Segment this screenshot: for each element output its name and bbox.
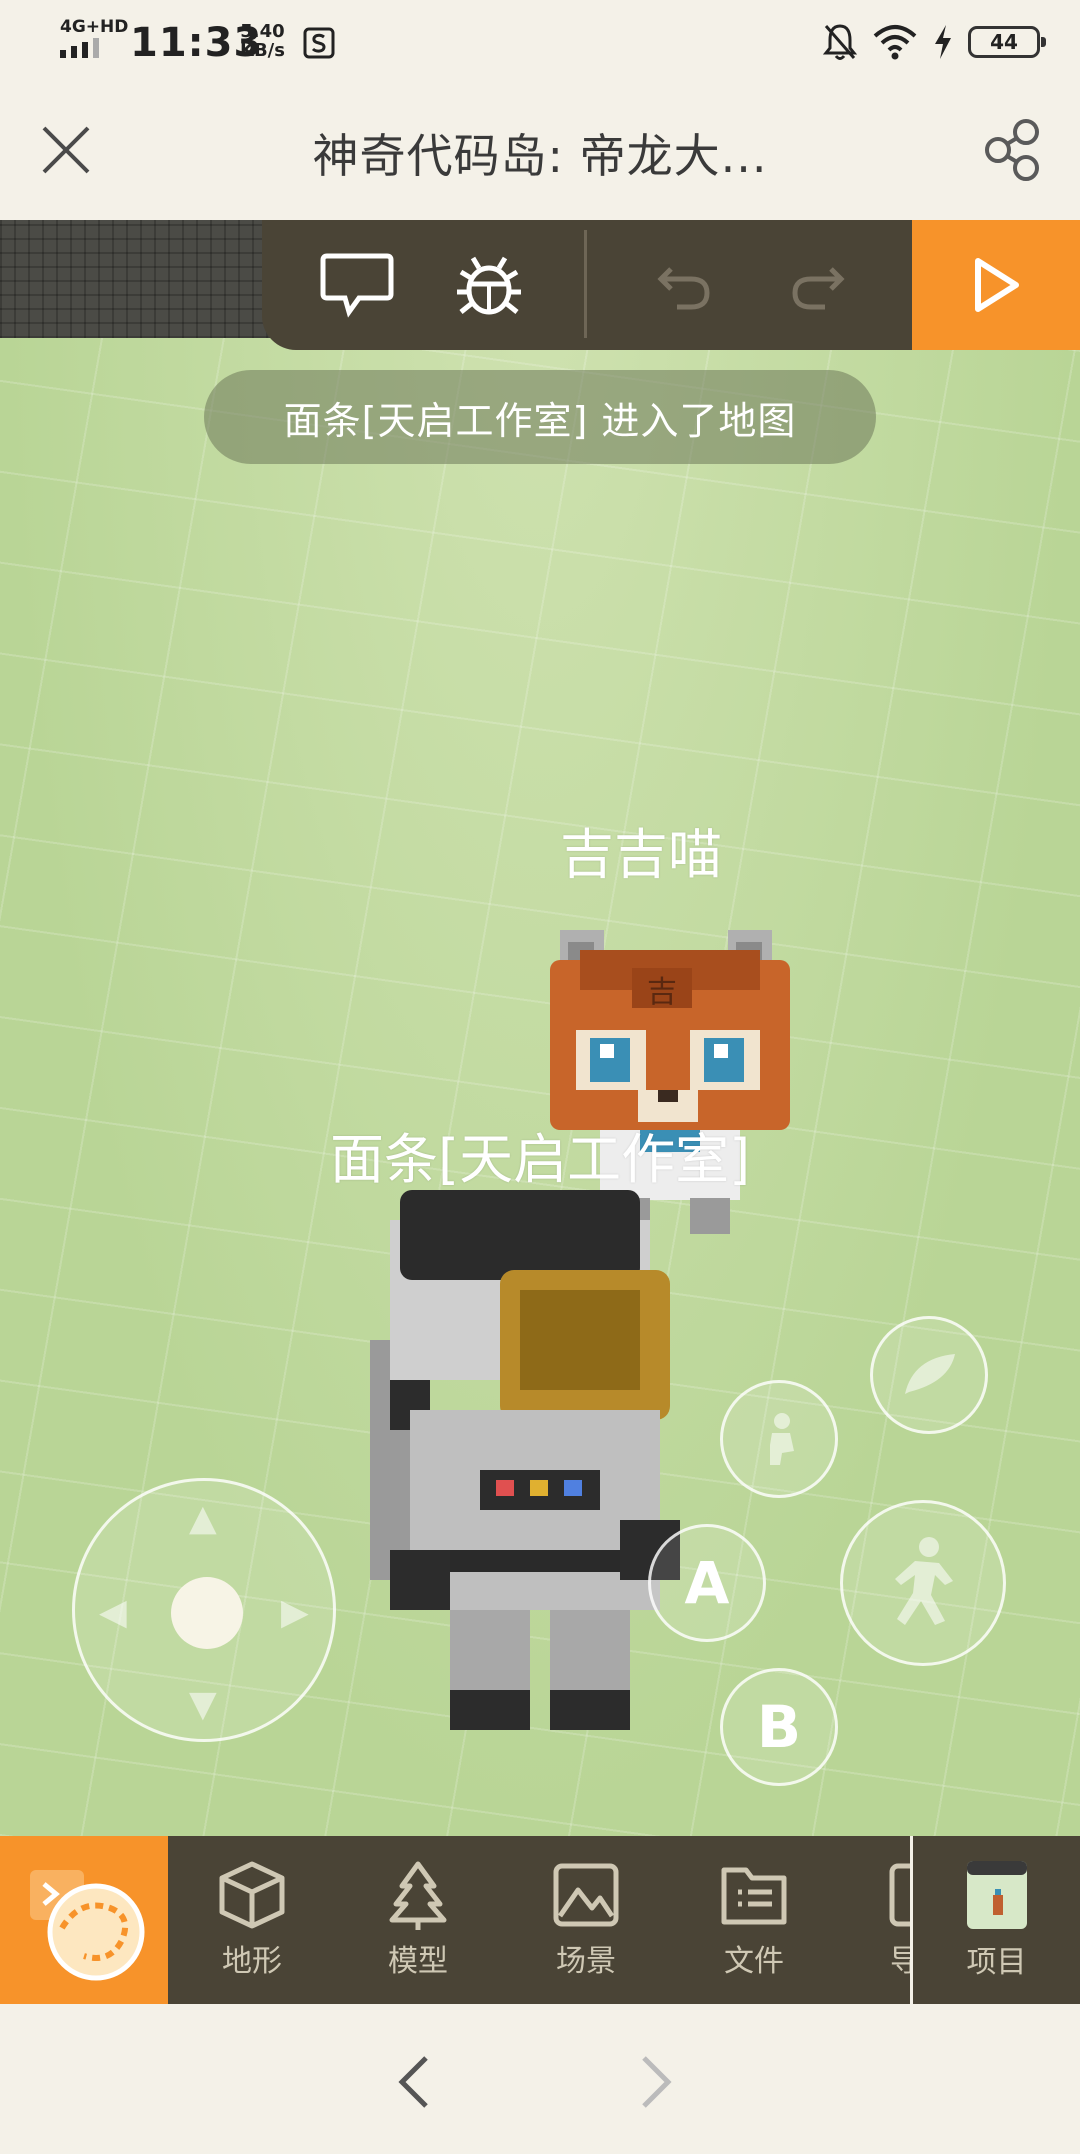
join-notification: 面条[天启工作室] 进入了地图 bbox=[204, 370, 876, 464]
wifi-icon bbox=[873, 25, 917, 60]
status-bar: 4G+HD 11:33 5.40 KB/s 44 bbox=[0, 0, 1080, 90]
game-viewport[interactable]: 面条[天启工作室] 进入了地图 吉吉喵 吉 面条[天启工作室] ▲ ▼ ◀ ▶ … bbox=[0, 220, 1080, 1836]
toolbar-divider bbox=[584, 230, 587, 338]
project-tab-label: 项目 bbox=[966, 1945, 1027, 1980]
feather-icon bbox=[905, 1354, 955, 1394]
island-logo-icon bbox=[30, 1870, 145, 1981]
bottom-toolbar: 地形 模型 场景 文件 导 项目 bbox=[0, 1836, 1080, 2004]
button-b[interactable]: B bbox=[720, 1668, 838, 1786]
joystick-left-icon: ◀ bbox=[99, 1592, 127, 1633]
battery-indicator: 44 bbox=[968, 26, 1046, 58]
astronaut-player[interactable] bbox=[370, 1190, 710, 1750]
undo-button[interactable] bbox=[640, 242, 730, 328]
network-speed: 5.40 KB/s bbox=[240, 22, 285, 60]
title-bar: 神奇代码岛: 帝龙大... bbox=[0, 90, 1080, 220]
charging-icon bbox=[935, 25, 951, 59]
status-right: 44 bbox=[822, 22, 1046, 62]
jump-icon bbox=[895, 1537, 953, 1625]
joystick-up-icon: ▲ bbox=[189, 1498, 217, 1539]
export-tab-label: 导 bbox=[890, 1944, 910, 1979]
scene-tab[interactable]: 场景 bbox=[502, 1836, 670, 2004]
bug-icon bbox=[457, 256, 521, 315]
terrain-tab-label: 地形 bbox=[222, 1944, 282, 1979]
screenshot-app-icon bbox=[303, 27, 335, 59]
home-tab[interactable] bbox=[0, 1836, 168, 2004]
share-icon[interactable] bbox=[980, 114, 1050, 184]
speed-value: 5.40 bbox=[240, 21, 285, 42]
screen: 4G+HD 11:33 5.40 KB/s 44 神奇代码岛: 帝龙大... 面… bbox=[0, 0, 1080, 2154]
project-thumbnail-icon bbox=[966, 1861, 1027, 1929]
forward-arrow-icon[interactable] bbox=[630, 2052, 680, 2112]
joystick-down-icon: ▼ bbox=[189, 1684, 217, 1725]
image-icon bbox=[553, 1863, 619, 1927]
stone-wall bbox=[0, 220, 280, 338]
run-button[interactable] bbox=[912, 220, 1080, 350]
model-tab[interactable]: 模型 bbox=[334, 1836, 502, 2004]
tree-icon bbox=[389, 1861, 447, 1930]
svg-text:吉: 吉 bbox=[647, 975, 677, 1010]
debug-button[interactable] bbox=[444, 242, 534, 328]
crouch-button[interactable] bbox=[720, 1380, 838, 1498]
redo-button[interactable] bbox=[772, 242, 862, 328]
back-arrow-icon[interactable] bbox=[390, 2052, 440, 2112]
joystick-knob[interactable] bbox=[171, 1577, 243, 1649]
battery-level: 44 bbox=[990, 30, 1018, 54]
chat-button[interactable] bbox=[312, 242, 402, 328]
fly-button[interactable] bbox=[870, 1316, 988, 1434]
browser-nav-bar bbox=[0, 2004, 1080, 2154]
close-icon[interactable] bbox=[36, 120, 96, 180]
folder-icon bbox=[721, 1867, 787, 1925]
file-tab-label: 文件 bbox=[724, 1944, 784, 1979]
scene-tab-label: 场景 bbox=[556, 1944, 616, 1979]
player-name-label: 面条[天启工作室] bbox=[330, 1128, 751, 1191]
button-a[interactable]: A bbox=[648, 1524, 766, 1642]
network-type: 4G+HD bbox=[60, 17, 129, 37]
export-tab[interactable]: 导 bbox=[838, 1836, 910, 2004]
undo-icon bbox=[657, 267, 710, 310]
model-tab-label: 模型 bbox=[388, 1944, 448, 1979]
crouch-icon bbox=[770, 1413, 794, 1465]
cube-icon bbox=[219, 1861, 285, 1929]
npc-name-label: 吉吉喵 bbox=[560, 823, 722, 886]
file-tab[interactable]: 文件 bbox=[670, 1836, 838, 2004]
signal-icon bbox=[60, 38, 99, 58]
terrain-tab[interactable]: 地形 bbox=[168, 1836, 336, 2004]
chat-icon bbox=[320, 253, 394, 318]
play-icon bbox=[975, 258, 1019, 312]
editor-toolbar bbox=[262, 220, 912, 350]
speed-unit: KB/s bbox=[240, 40, 285, 61]
project-tab[interactable]: 项目 bbox=[910, 1836, 1080, 2004]
movement-joystick[interactable]: ▲ ▼ ◀ ▶ bbox=[72, 1478, 336, 1742]
page-title: 神奇代码岛: 帝龙大... bbox=[312, 129, 768, 183]
joystick-right-icon: ▶ bbox=[281, 1592, 309, 1633]
export-icon bbox=[889, 1863, 910, 1927]
redo-icon bbox=[792, 267, 845, 310]
mute-bell-icon bbox=[822, 24, 858, 60]
jump-button[interactable] bbox=[840, 1500, 1006, 1666]
